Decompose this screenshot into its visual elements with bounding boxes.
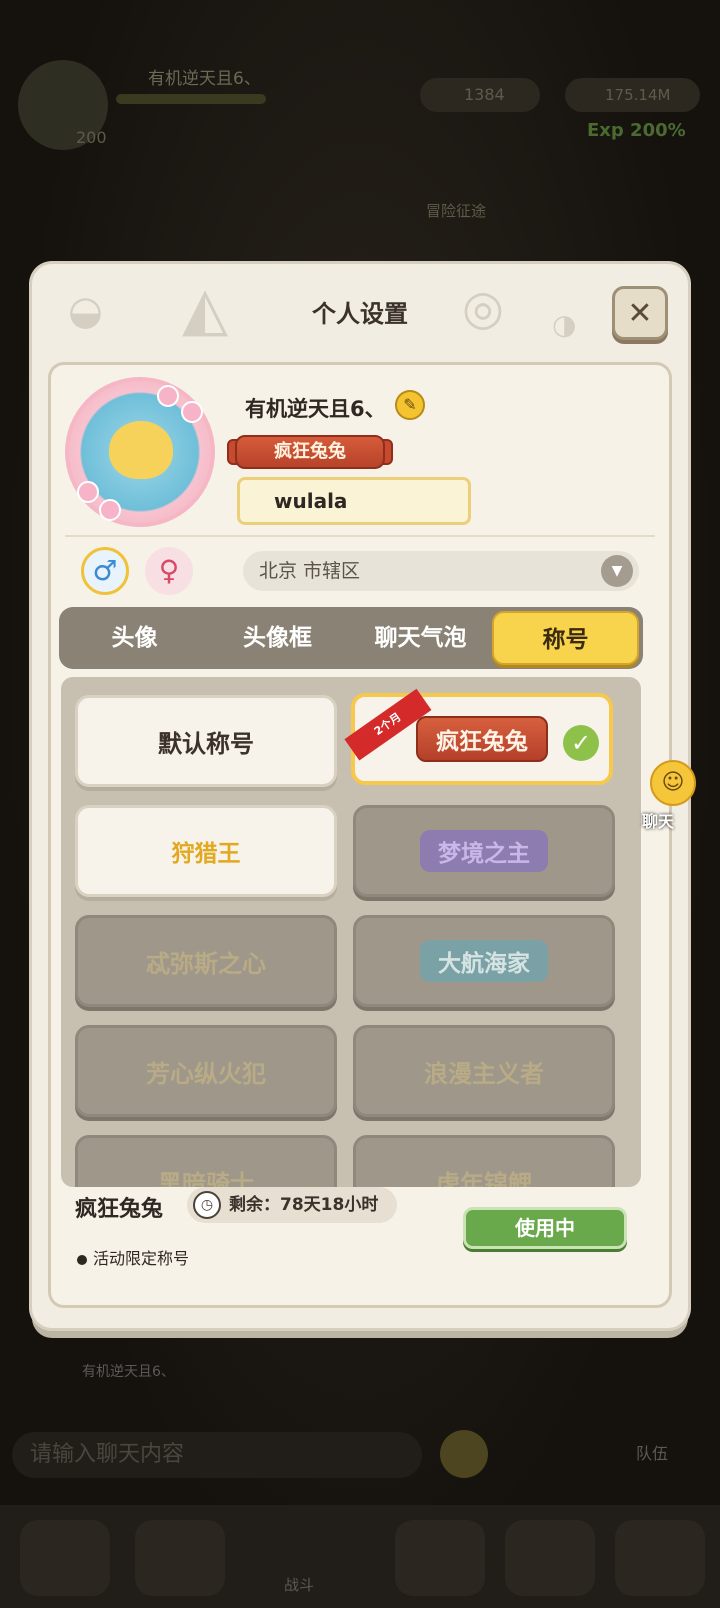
tab-chat-bubble[interactable]: 聊天气泡 [349,611,492,665]
chat-float-button[interactable]: ☺ 聊天 [640,760,720,840]
title-item-tiger-koi[interactable]: 虎年锦鲤 [353,1135,615,1187]
title-item-themis-heart[interactable]: 忒弥斯之心 [75,915,337,1007]
category-tabs: 头像 头像框 聊天气泡 称号 [59,607,643,669]
limited-note: 活动限定称号 [77,1245,189,1269]
remaining-text: 剩余：78天18小时 [229,1195,379,1215]
nav-item[interactable] [615,1520,705,1596]
flower-icon [99,499,121,521]
divider [65,535,655,537]
xp-bar [116,94,266,104]
nav-item[interactable] [395,1520,485,1596]
player-level: 200 [76,128,107,147]
close-icon: ✕ [627,295,653,331]
in-use-button[interactable]: 使用中 [463,1207,627,1249]
title-grid[interactable]: 默认称号 2个月 疯狂兔兔 ✓ 狩猎王 梦境之主 忒弥斯之心 大航海家 芳心纵火… [61,677,641,1187]
gem-counter[interactable]: 175.14M [565,78,700,112]
title-label: 狩猎王 [171,841,241,867]
bullet-icon [77,1254,87,1265]
title-item-default[interactable]: 默认称号 [75,695,337,787]
nav-item[interactable] [20,1520,110,1596]
battle-nav-label[interactable]: 战斗 [284,1574,314,1595]
tab-title[interactable]: 称号 [492,611,639,665]
title-item-crazy-bunny[interactable]: 2个月 疯狂兔兔 ✓ [344,688,613,785]
title-item-dark-knight[interactable]: 黑暗骑士 [75,1135,337,1187]
flower-icon [181,401,203,423]
region-select[interactable]: 北京 市辖区 ▼ [243,551,639,591]
female-icon: ♀ [158,554,180,587]
title-label: 梦境之主 [420,830,548,872]
tab-avatar-frame[interactable]: 头像框 [206,611,349,665]
tab-avatar[interactable]: 头像 [63,611,206,665]
settings-panel: 有机逆天且6、 ✎ 疯狂兔兔 wulala ♂ ♀ 北京 市辖区 ▼ 头像 头像… [48,362,672,1308]
male-icon: ♂ [92,554,118,587]
pencil-icon: ✎ [403,395,417,414]
avatar[interactable] [65,377,215,527]
modal-title: 个人设置 [312,300,408,328]
team-button[interactable]: 队伍 [636,1440,668,1464]
title-label: 忒弥斯之心 [146,949,266,978]
coin-counter[interactable]: 1384 [420,78,540,112]
top-status-bar: 有机逆天且6、 1384 175.14M 200 Exp 200% 冒险征途 [0,40,720,220]
chat-label: 聊天 [642,812,675,831]
gender-female-button[interactable]: ♀ [145,547,193,595]
exp-boost-label: Exp 200% [587,120,686,141]
chat-input[interactable]: 请输入聊天内容 [12,1432,422,1478]
edit-name-button[interactable]: ✎ [395,390,425,420]
title-item-navigator[interactable]: 大航海家 [353,915,615,1007]
nav-item[interactable] [505,1520,595,1596]
chat-message: 有机逆天且6、 [82,1364,175,1380]
gender-male-button[interactable]: ♂ [81,547,129,595]
title-label: 芳心纵火犯 [146,1059,266,1088]
chevron-down-icon[interactable]: ▼ [601,555,633,587]
selected-title-name: 疯狂兔兔 [75,1197,164,1222]
bird-avatar-icon [109,421,173,479]
title-label: 疯狂兔兔 [416,716,548,762]
title-label: 虎年锦鲤 [436,1169,532,1188]
flower-icon [157,385,179,407]
title-item-hunting-king[interactable]: 狩猎王 [75,805,337,897]
adventure-pass-label[interactable]: 冒险征途 [426,200,486,221]
username: 有机逆天且6、 [245,397,386,421]
emoji-icon[interactable] [440,1430,488,1478]
check-icon: ✓ [563,725,599,761]
title-item-romantic[interactable]: 浪漫主义者 [353,1025,615,1117]
title-item-heart-arsonist[interactable]: 芳心纵火犯 [75,1025,337,1117]
flower-icon [77,481,99,503]
region-value: 北京 市辖区 [259,560,361,582]
signature-bubble[interactable]: wulala [237,477,471,525]
remaining-time: ◷ 剩余：78天18小时 [187,1187,397,1223]
title-label: 默认称号 [158,729,254,758]
player-name: 有机逆天且6、 [148,69,261,89]
clock-icon: ◷ [193,1191,221,1219]
limited-note-text: 活动限定称号 [93,1249,190,1268]
chat-bubble-icon: ☺ [650,760,696,806]
title-item-dream-lord[interactable]: 梦境之主 [353,805,615,897]
title-label: 大航海家 [420,940,548,982]
title-label: 黑暗骑士 [158,1169,254,1188]
close-button[interactable]: ✕ [612,286,668,340]
title-label: 浪漫主义者 [424,1059,544,1088]
personal-settings-modal: ◒ ◭ ◎ ◑ 个人设置 ✕ 有机逆天且6、 ✎ 疯狂兔兔 wulala ♂ ♀ [32,264,688,1328]
current-title-badge: 疯狂兔兔 [235,435,385,469]
nav-item[interactable] [135,1520,225,1596]
